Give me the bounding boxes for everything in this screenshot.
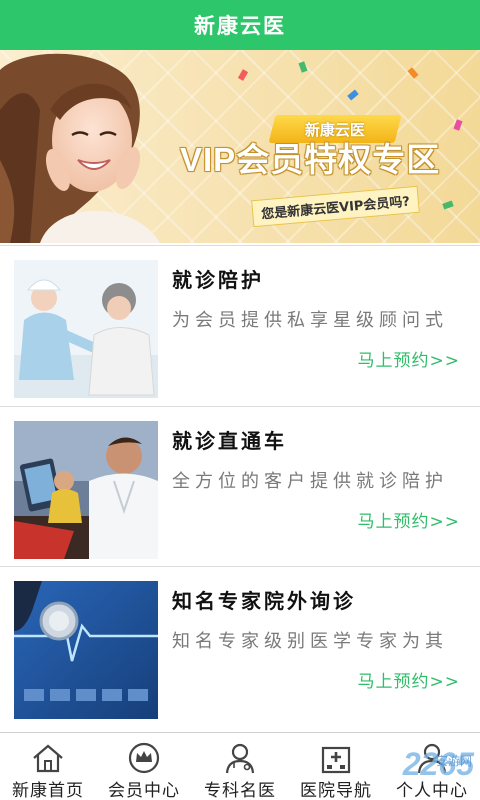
nav-home[interactable]: 新康首页 [0, 733, 96, 800]
confetti-piece [347, 89, 359, 101]
nurse-care-photo [14, 260, 158, 398]
stethoscope-ecg-photo [14, 581, 158, 719]
nav-label: 专科名医 [204, 781, 276, 800]
vip-title: VIP会员特权专区 [180, 141, 441, 178]
doctor-emergency-photo [14, 421, 158, 559]
crown-icon [124, 741, 164, 774]
top-bar: 新康云医 [0, 0, 480, 50]
doctor-icon [220, 741, 260, 774]
card-title: 知名专家院外询诊 [172, 589, 356, 613]
book-now-link[interactable]: 马上预约>> [358, 667, 461, 692]
card-description: 知名专家级别医学专家为其 [172, 631, 448, 652]
confetti-piece [237, 69, 249, 81]
nav-hospital-guide[interactable]: 医院导航 [288, 733, 384, 800]
service-card-expert[interactable]: 知名专家院外询诊 知名专家级别医学专家为其 马上预约>> [0, 566, 480, 724]
nav-member-center[interactable]: 会员中心 [96, 733, 192, 800]
service-card-express[interactable]: 就诊直通车 全方位的客户提供就诊陪护 马上预约>> [0, 406, 480, 564]
banner-text-group: 新康云医 VIP会员特权专区 您是新康云医VIP会员吗? [172, 105, 472, 228]
hospital-icon [316, 741, 356, 774]
vip-banner[interactable]: 新康云医 VIP会员特权专区 您是新康云医VIP会员吗? [0, 50, 480, 243]
page-title: 新康云医 [194, 14, 286, 38]
confetti-piece [407, 67, 419, 79]
app-screen: 新康云医 新康云医 VIP会员特权专区 您是新康云医VIP会员吗? 就诊陪护 为… [0, 0, 480, 800]
confetti-piece [298, 61, 308, 73]
nav-label: 新康首页 [12, 781, 84, 800]
watermark-site-name: 安游网 [435, 754, 472, 768]
vip-subtitle: 您是新康云医VIP会员吗? [251, 185, 420, 228]
home-icon [28, 741, 68, 774]
card-description: 全方位的客户提供就诊陪护 [172, 471, 448, 492]
book-now-link[interactable]: 马上预约>> [358, 507, 461, 532]
card-title: 就诊陪护 [172, 268, 264, 292]
nav-specialists[interactable]: 专科名医 [192, 733, 288, 800]
book-now-link[interactable]: 马上预约>> [358, 346, 461, 371]
card-title: 就诊直通车 [172, 429, 287, 453]
banner-woman-photo [0, 53, 160, 243]
card-description: 为会员提供私享星级顾问式 [172, 310, 448, 331]
nav-label: 医院导航 [300, 781, 372, 800]
service-card-escort[interactable]: 就诊陪护 为会员提供私享星级顾问式 马上预约>> [0, 245, 480, 403]
nav-label: 会员中心 [108, 781, 180, 800]
